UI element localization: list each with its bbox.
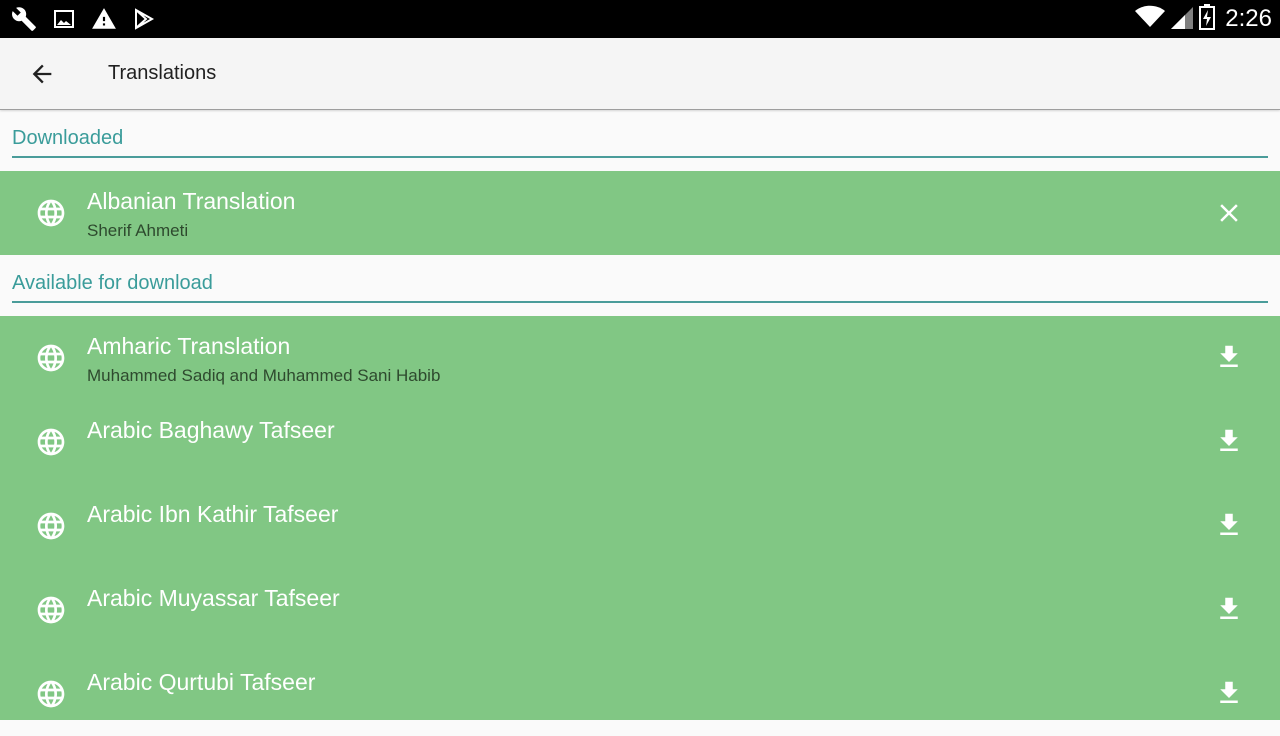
list-item[interactable]: Arabic Muyassar Tafseer: [0, 568, 1280, 652]
downloaded-list: Albanian Translation Sherif Ahmeti: [0, 171, 1280, 255]
item-title: Arabic Ibn Kathir Tafseer: [87, 501, 339, 527]
page-title: Translations: [108, 62, 217, 84]
play-store-icon: [130, 5, 158, 33]
download-button[interactable]: [1210, 590, 1248, 628]
download-icon: [1220, 597, 1238, 619]
item-title: Arabic Baghawy Tafseer: [87, 417, 335, 443]
download-icon: [1220, 345, 1238, 367]
download-button[interactable]: [1210, 674, 1248, 712]
close-icon: [1220, 204, 1238, 222]
item-subtitle: Muhammed Sadiq and Muhammed Sani Habib: [87, 366, 441, 385]
battery-charging-icon: [1199, 4, 1216, 34]
download-button[interactable]: [1210, 422, 1248, 460]
globe-icon: [37, 199, 65, 227]
image-icon: [50, 5, 78, 33]
warning-icon: [90, 5, 118, 33]
list-item[interactable]: Albanian Translation Sherif Ahmeti: [0, 171, 1280, 255]
item-title: Arabic Qurtubi Tafseer: [87, 669, 316, 695]
arrow-back-icon: [32, 64, 52, 84]
globe-icon: [37, 428, 65, 456]
available-list: Amharic Translation Muhammed Sadiq and M…: [0, 316, 1280, 720]
download-button[interactable]: [1210, 338, 1248, 376]
app-bar: Translations: [0, 38, 1280, 110]
cell-signal-icon: [1171, 5, 1194, 33]
download-button[interactable]: [1210, 506, 1248, 544]
download-icon: [1220, 681, 1238, 703]
item-subtitle: Sherif Ahmeti: [87, 221, 189, 240]
item-title: Amharic Translation: [87, 333, 291, 359]
download-icon: [1220, 429, 1238, 451]
status-bar: 2:26: [0, 0, 1280, 38]
wifi-icon: [1135, 5, 1166, 33]
download-icon: [1220, 513, 1238, 535]
globe-icon: [37, 680, 65, 708]
section-header-downloaded: Downloaded: [12, 112, 1268, 158]
globe-icon: [37, 344, 65, 372]
list-item[interactable]: Amharic Translation Muhammed Sadiq and M…: [0, 316, 1280, 400]
status-bar-system: 2:26: [1135, 4, 1272, 34]
section-header-available: Available for download: [12, 257, 1268, 303]
list-item[interactable]: Arabic Ibn Kathir Tafseer: [0, 484, 1280, 568]
list-item[interactable]: Arabic Baghawy Tafseer: [0, 400, 1280, 484]
remove-button[interactable]: [1210, 194, 1248, 232]
item-title: Albanian Translation: [87, 188, 296, 214]
wrench-icon: [10, 5, 38, 33]
globe-icon: [37, 512, 65, 540]
list-item[interactable]: Arabic Qurtubi Tafseer: [0, 652, 1280, 736]
item-title: Arabic Muyassar Tafseer: [87, 585, 340, 611]
clock: 2:26: [1225, 5, 1272, 32]
status-bar-notifications: [10, 5, 158, 33]
section-label: Downloaded: [12, 127, 124, 149]
globe-icon: [37, 596, 65, 624]
section-label: Available for download: [12, 272, 213, 294]
back-button[interactable]: [20, 54, 64, 94]
